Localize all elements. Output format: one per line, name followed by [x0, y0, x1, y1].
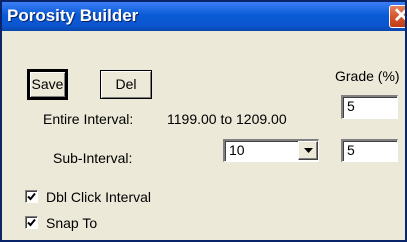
- sub-interval-dropdown-button[interactable]: [298, 141, 318, 160]
- sub-interval-select[interactable]: 10: [223, 139, 319, 162]
- grade-entire-input[interactable]: 5: [341, 95, 398, 119]
- snap-to-label[interactable]: Snap To: [46, 215, 97, 231]
- dbl-click-interval-label[interactable]: Dbl Click Interval: [46, 189, 151, 205]
- dbl-click-interval-checkbox[interactable]: [25, 190, 38, 203]
- close-icon: ✕: [393, 5, 405, 27]
- title-bar[interactable]: Porosity Builder ✕: [2, 2, 405, 31]
- close-button[interactable]: ✕: [389, 5, 405, 28]
- entire-interval-label: Entire Interval:: [43, 111, 134, 127]
- sub-interval-selected-value: 10: [229, 142, 245, 158]
- grade-sub-input[interactable]: 5: [341, 139, 398, 162]
- save-button[interactable]: Save: [27, 69, 68, 100]
- snap-to-checkbox[interactable]: [25, 216, 38, 229]
- chevron-down-icon: [304, 148, 313, 153]
- grade-header: Grade (%): [335, 68, 400, 84]
- del-button[interactable]: Del: [100, 70, 152, 99]
- checkmark-icon: [27, 192, 36, 201]
- entire-interval-value: 1199.00 to 1209.00: [167, 111, 287, 127]
- window-title: Porosity Builder: [7, 6, 139, 25]
- sub-interval-label: Sub-Interval:: [53, 150, 133, 166]
- checkmark-icon: [27, 218, 36, 227]
- porosity-builder-dialog: Porosity Builder ✕ Save Del Grade (%) En…: [0, 0, 407, 242]
